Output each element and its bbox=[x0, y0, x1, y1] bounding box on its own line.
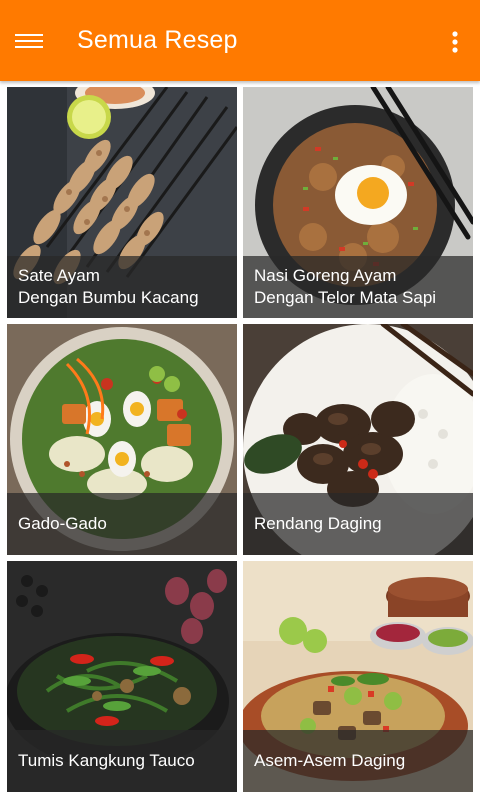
recipe-caption: Sate Ayam Dengan Bumbu Kacang bbox=[7, 256, 237, 318]
recipe-title-line2: Dengan Bumbu Kacang bbox=[18, 288, 199, 307]
recipe-card-tumis-kangkung-tauco[interactable]: Tumis Kangkung Tauco bbox=[7, 561, 237, 792]
recipe-title-line1: Gado-Gado bbox=[18, 514, 107, 533]
recipe-caption: Rendang Daging bbox=[243, 493, 473, 555]
recipe-card-asem-asem-daging[interactable]: Asem-Asem Daging bbox=[243, 561, 473, 792]
recipe-title-line1: Nasi Goreng Ayam bbox=[254, 266, 397, 285]
recipe-card-rendang-daging[interactable]: Rendang Daging bbox=[243, 324, 473, 555]
recipe-grid: Sate Ayam Dengan Bumbu Kacang Nasi Goren… bbox=[7, 87, 473, 792]
recipe-title-line1: Tumis Kangkung Tauco bbox=[18, 751, 195, 770]
menu-button[interactable] bbox=[8, 20, 50, 62]
recipe-title-line1: Asem-Asem Daging bbox=[254, 751, 406, 770]
hamburger-menu-icon bbox=[15, 34, 43, 48]
more-vertical-icon bbox=[452, 31, 458, 53]
recipe-caption: Tumis Kangkung Tauco bbox=[7, 730, 237, 792]
recipe-card-nasi-goreng-ayam[interactable]: Nasi Goreng Ayam Dengan Telor Mata Sapi bbox=[243, 87, 473, 318]
recipe-caption: Asem-Asem Daging bbox=[243, 730, 473, 792]
page-title: Semua Resep bbox=[77, 26, 238, 54]
recipe-title-line1: Rendang Daging bbox=[254, 514, 382, 533]
recipe-card-gado-gado[interactable]: Gado-Gado bbox=[7, 324, 237, 555]
recipe-caption: Nasi Goreng Ayam Dengan Telor Mata Sapi bbox=[243, 256, 473, 318]
recipe-caption: Gado-Gado bbox=[7, 493, 237, 555]
recipe-title-line2: Dengan Telor Mata Sapi bbox=[254, 288, 437, 307]
app-bar: Semua Resep bbox=[0, 0, 480, 81]
recipe-card-sate-ayam[interactable]: Sate Ayam Dengan Bumbu Kacang bbox=[7, 87, 237, 318]
recipe-title-line1: Sate Ayam bbox=[18, 266, 100, 285]
overflow-menu-button[interactable] bbox=[440, 22, 470, 62]
